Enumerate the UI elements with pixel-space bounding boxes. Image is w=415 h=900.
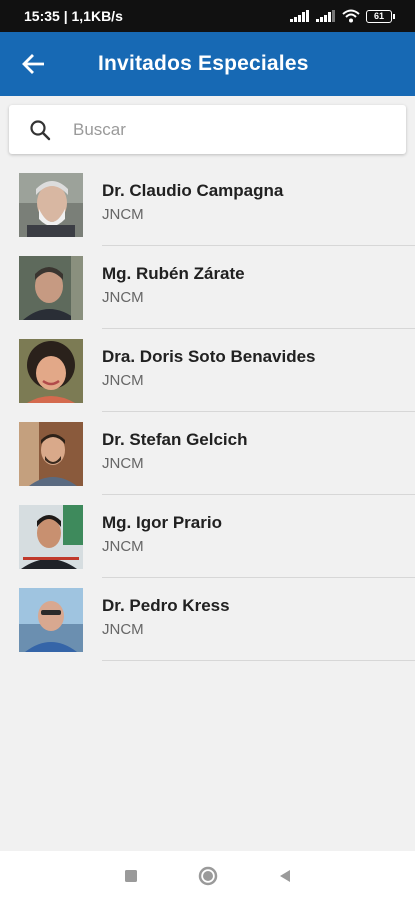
recents-button[interactable] xyxy=(111,856,151,896)
avatar xyxy=(19,505,83,569)
avatar xyxy=(19,256,83,320)
guest-info: Dra. Doris Soto Benavides JNCM xyxy=(102,347,316,389)
signal-icon xyxy=(290,10,309,22)
guest-info: Mg. Rubén Zárate JNCM xyxy=(102,264,245,306)
list-item[interactable]: Dr. Pedro Kress JNCM xyxy=(0,578,415,661)
guest-info: Dr. Stefan Gelcich JNCM xyxy=(102,430,248,472)
circle-icon xyxy=(198,866,217,885)
guest-org: JNCM xyxy=(102,372,144,389)
wifi-icon xyxy=(342,9,360,23)
nav-back-button[interactable] xyxy=(265,856,305,896)
guest-list: Dr. Claudio Campagna JNCM Mg. Rubén Zára… xyxy=(0,163,415,661)
guest-org: JNCM xyxy=(102,455,144,472)
system-nav-bar xyxy=(0,851,415,900)
search-input[interactable] xyxy=(73,119,373,140)
avatar xyxy=(19,422,83,486)
back-button[interactable] xyxy=(0,32,66,96)
guest-info: Mg. Igor Prario JNCM xyxy=(102,513,222,555)
list-item[interactable]: Dr. Claudio Campagna JNCM xyxy=(0,163,415,246)
guest-org: JNCM xyxy=(102,538,144,555)
guest-name: Mg. Igor Prario xyxy=(102,513,222,532)
guest-name: Dr. Stefan Gelcich xyxy=(102,430,248,449)
list-item[interactable]: Dra. Doris Soto Benavides JNCM xyxy=(0,329,415,412)
list-item[interactable]: Mg. Rubén Zárate JNCM xyxy=(0,246,415,329)
guest-info: Dr. Pedro Kress JNCM xyxy=(102,596,230,638)
list-item[interactable]: Mg. Igor Prario JNCM xyxy=(0,495,415,578)
guest-org: JNCM xyxy=(102,206,144,223)
search-bar[interactable] xyxy=(9,105,406,154)
list-item[interactable]: Dr. Stefan Gelcich JNCM xyxy=(0,412,415,495)
battery-icon: 61 xyxy=(366,9,395,23)
guest-name: Mg. Rubén Zárate xyxy=(102,264,245,283)
app-bar: Invitados Especiales xyxy=(0,32,415,96)
avatar xyxy=(19,173,83,237)
square-icon xyxy=(124,869,137,882)
battery-level: 61 xyxy=(373,11,384,21)
guest-name: Dra. Doris Soto Benavides xyxy=(102,347,316,366)
guest-org: JNCM xyxy=(102,621,144,638)
arrow-back-icon xyxy=(22,54,44,74)
status-icons: 61 xyxy=(290,9,395,23)
search-icon xyxy=(9,119,71,141)
avatar xyxy=(19,339,83,403)
home-button[interactable] xyxy=(188,856,228,896)
triangle-back-icon xyxy=(279,869,290,882)
guest-name: Dr. Claudio Campagna xyxy=(102,181,284,200)
guest-info: Dr. Claudio Campagna JNCM xyxy=(102,181,283,223)
status-time: 15:35 | 1,1KB/s xyxy=(24,8,123,24)
guest-org: JNCM xyxy=(102,289,144,306)
guest-name: Dr. Pedro Kress xyxy=(102,596,230,615)
avatar xyxy=(19,588,83,652)
signal-icon xyxy=(316,10,335,22)
status-bar: 15:35 | 1,1KB/s 61 xyxy=(0,0,415,32)
page-title: Invitados Especiales xyxy=(98,52,309,75)
